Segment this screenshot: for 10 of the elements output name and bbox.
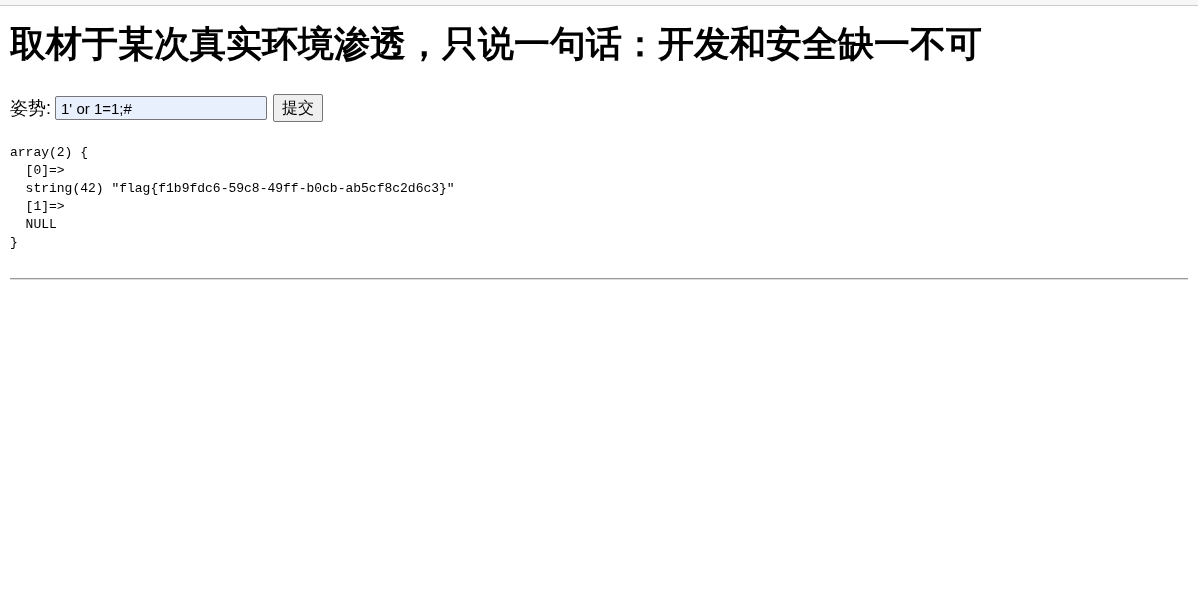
code-line: } [10,234,18,252]
submit-button[interactable]: 提交 [273,94,323,122]
input-field[interactable]: 1' or 1=1;# [55,96,267,120]
code-line: string(42) "flag{f1b9fdc6-59c8-49ff-b0cb-ab5cf8c2d6c3}" [24,180,455,198]
page-heading: 取材于某次真实环境渗透，只说一句话：开发和安全缺一不可 [10,22,983,66]
code-line: [1]=> [24,198,65,216]
code-line: [0]=> [24,162,65,180]
field-label: 姿势: [10,97,51,120]
code-line: NULL [24,216,57,234]
code-line: array(2) { [10,144,88,162]
